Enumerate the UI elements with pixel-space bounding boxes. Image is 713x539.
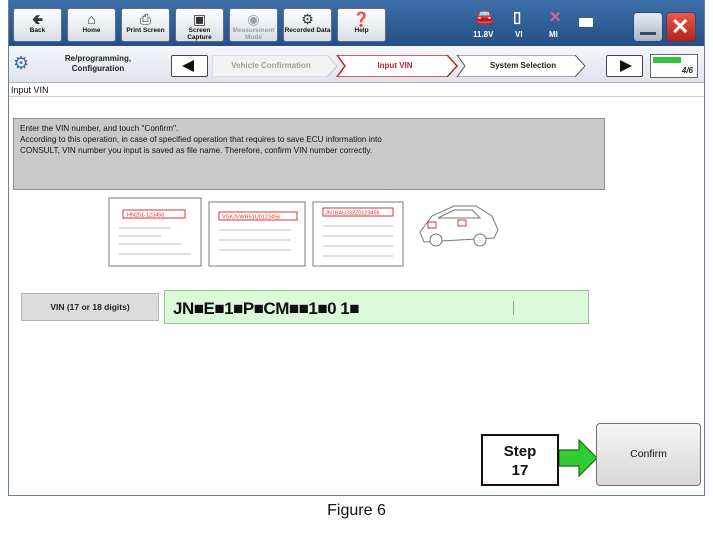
vin-label-locations-image: HN251-123456 VSKJVWR51U0123456 JN1BAUJ32… (108, 197, 404, 267)
signal-icon: ▯ (513, 9, 522, 26)
right-arrow-icon (620, 60, 632, 72)
recorded-data-icon: ⚙ (301, 11, 314, 27)
step-input-vin: Input VIN (377, 61, 413, 70)
recorded-data-button[interactable]: ⚙ Recorded Data (283, 8, 332, 42)
back-button[interactable]: 🢀 Back (13, 8, 62, 42)
mi-label: MI (549, 30, 558, 39)
previous-button[interactable] (171, 55, 208, 77)
vin-plate-1-text: HN251-123456 (127, 213, 164, 219)
camera-icon: ▣ (192, 11, 207, 27)
step-system-selection: System Selection (489, 61, 557, 70)
vin-input[interactable]: JN■E■1■P■CM■■1■0 1■ (164, 290, 589, 324)
back-arrow-icon: 🢀 (31, 11, 44, 27)
close-icon: ✕ (671, 14, 690, 39)
green-arrow-icon (559, 438, 598, 478)
instruction-line: CONSULT, VIN number you input is saved a… (20, 146, 373, 155)
printer-icon: ⎙ (139, 11, 152, 27)
home-icon: ⌂ (87, 11, 96, 27)
top-toolbar: 🢀 Back ⌂ Home ⎙ Print Screen ▣ Screen Ca… (9, 0, 704, 46)
progress-bar (653, 57, 682, 63)
vin-plate-3-text: JN1BAUJ32Z0123456 (325, 211, 380, 217)
help-icon: ❓ (352, 11, 371, 27)
instruction-line: According to this operation, in case of … (20, 135, 382, 144)
car-icon: 🚘 (475, 9, 494, 26)
screen-title: Input VIN (11, 85, 49, 95)
breadcrumb: ⚙ Re/programming, Configuration Vehicle … (9, 46, 704, 83)
text-cursor (513, 301, 514, 315)
instruction-line: Enter the VIN number, and touch "Confirm… (20, 124, 179, 133)
measurement-mode-button[interactable]: ◉ Measurement Mode (229, 8, 278, 42)
figure-caption: Figure 6 (327, 502, 386, 519)
screen-capture-button[interactable]: ▣ Screen Capture (175, 8, 224, 42)
home-button[interactable]: ⌂ Home (67, 8, 116, 42)
vin-plate-2-text: VSKJVWR51U0123456 (222, 215, 280, 221)
vin-value: JN■E■1■P■CM■■1■0 1■ (173, 299, 360, 318)
help-button[interactable]: ❓ Help (337, 8, 386, 42)
vi-label: VI (515, 30, 523, 39)
minimize-icon (640, 32, 656, 35)
vin-label: VIN (17 or 18 digits) (21, 293, 159, 321)
consult-window: 🢀 Back ⌂ Home ⎙ Print Screen ▣ Screen Ca… (8, 0, 705, 496)
meter-icon: ◉ (247, 11, 260, 27)
step-callout: Step 17 (481, 434, 559, 486)
progress-indicator: 4/6 (650, 54, 698, 78)
next-button[interactable] (606, 55, 643, 77)
confirm-button[interactable]: Confirm (596, 423, 701, 486)
battery-icon (579, 18, 593, 27)
status-area: 🚘 11.8V ▯ VI ✕ MI (471, 8, 599, 42)
step-vehicle-confirmation: Vehicle Confirmation (231, 61, 311, 70)
title-divider (9, 96, 704, 97)
minimize-button[interactable] (633, 12, 663, 42)
left-arrow-icon (182, 60, 194, 72)
vin-plate-1 (108, 197, 202, 267)
disconnected-icon: ✕ (549, 9, 562, 26)
voltage-readout: 11.8V (473, 30, 494, 39)
breadcrumb-reprogramming[interactable]: ⚙ Re/programming, Configuration (13, 51, 168, 79)
close-button[interactable]: ✕ (666, 12, 696, 42)
truck-illustration (419, 205, 499, 247)
instruction-box: Enter the VIN number, and touch "Confirm… (13, 118, 605, 190)
reprogramming-icon: ⚙ (13, 53, 30, 73)
vin-input-row: VIN (17 or 18 digits) JN■E■1■P■CM■■1■0 1… (17, 288, 591, 326)
print-screen-button[interactable]: ⎙ Print Screen (121, 8, 170, 42)
